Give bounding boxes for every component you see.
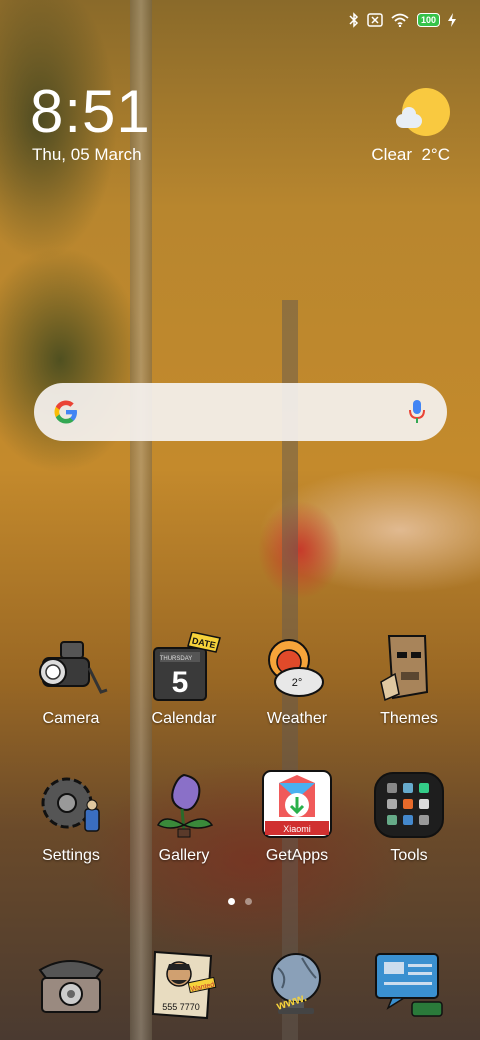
page-indicator[interactable] <box>228 898 252 905</box>
globe-icon: www. <box>271 953 321 1014</box>
phone-icon <box>38 960 104 1013</box>
no-sim-icon <box>367 13 383 27</box>
app-label: Weather <box>266 710 328 727</box>
app-label: Calendar <box>151 710 217 727</box>
dock-contacts[interactable]: Wanted 555 7770 <box>145 948 225 1022</box>
getapps-icon-caption: Xiaomi <box>283 824 311 834</box>
chat-bubble-icon <box>375 953 443 1017</box>
app-label: Tools <box>390 847 428 864</box>
calendar-icon-day: 5 <box>172 666 189 699</box>
app-themes[interactable]: Themes <box>354 632 464 728</box>
app-weather[interactable]: 2° Weather <box>242 632 352 728</box>
app-label: GetApps <box>265 847 329 864</box>
google-search-bar[interactable] <box>34 383 447 441</box>
app-label: Camera <box>42 710 100 727</box>
charging-icon <box>448 13 456 27</box>
bluetooth-icon <box>349 12 359 28</box>
app-camera[interactable]: Camera <box>16 632 126 728</box>
weather-temperature: 2°C <box>421 145 450 164</box>
calendar-icon: DATE THURSDAY 5 <box>144 631 224 706</box>
poster-number: 555 7770 <box>162 1002 200 1012</box>
wanted-poster-icon: Wanted 555 7770 <box>151 950 217 1020</box>
themes-icon <box>369 632 449 706</box>
getapps-icon: Xiaomi <box>257 769 337 843</box>
tools-folder-icon <box>369 769 449 843</box>
camera-icon <box>31 632 111 706</box>
app-getapps[interactable]: Xiaomi GetApps <box>242 769 352 865</box>
app-gallery[interactable]: Gallery <box>129 769 239 865</box>
app-label: Settings <box>42 847 100 864</box>
app-tools[interactable]: Tools <box>354 769 464 865</box>
app-label: Gallery <box>158 847 210 864</box>
flower-icon <box>144 769 224 843</box>
dock-browser[interactable]: www. <box>258 948 338 1022</box>
page-dot-active[interactable] <box>228 898 235 905</box>
dock-messages[interactable] <box>370 948 450 1022</box>
page-dot[interactable] <box>245 898 252 905</box>
app-calendar[interactable]: DATE THURSDAY 5 Calendar <box>129 631 239 728</box>
weather-condition: Clear <box>371 145 413 164</box>
weather-app-icon: 2° <box>257 632 337 706</box>
app-settings[interactable]: Settings <box>16 769 126 865</box>
google-logo-icon <box>54 400 77 424</box>
status-bar: 100 <box>349 12 456 28</box>
gear-icon <box>31 769 111 843</box>
wifi-icon <box>391 13 409 27</box>
microphone-icon[interactable] <box>409 399 425 425</box>
clock-date[interactable]: Thu, 05 March <box>32 145 142 165</box>
clock-time[interactable]: 8:51 <box>30 80 151 144</box>
cloud-icon <box>396 107 422 128</box>
weather-icon-temp: 2° <box>292 677 303 689</box>
dock-phone[interactable] <box>32 948 112 1022</box>
weather-widget-text[interactable]: Clear 2°C <box>371 145 450 165</box>
app-label: Themes <box>380 710 438 727</box>
calendar-icon-weekday: THURSDAY <box>160 656 193 662</box>
battery-level: 100 <box>416 13 440 27</box>
battery-indicator: 100 <box>416 13 440 27</box>
